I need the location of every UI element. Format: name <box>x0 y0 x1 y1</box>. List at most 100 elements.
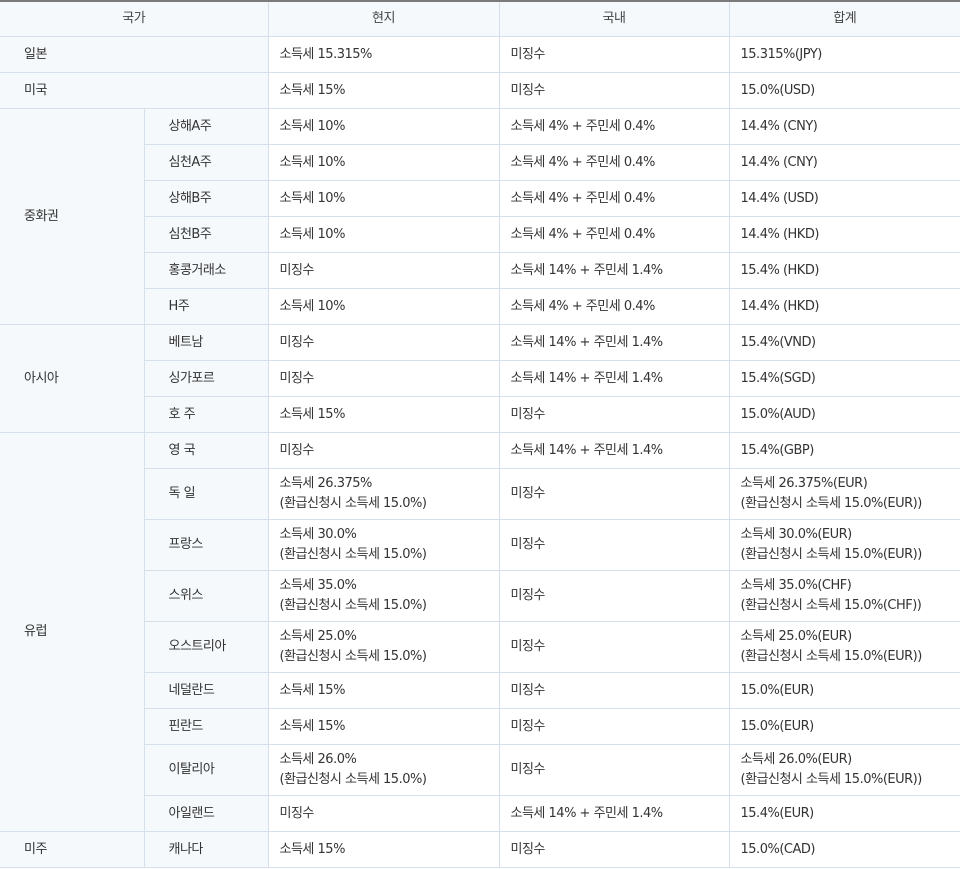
local-tax-cell: 소득세 10% <box>267 108 500 145</box>
total-tax-cell: 15.4%(EUR) <box>728 795 960 832</box>
header-row: 국가 현지 국내 합계 <box>0 0 960 37</box>
cell-line: 미징수 <box>279 262 315 278</box>
market-cell: 핀란드 <box>144 708 269 745</box>
local-tax-cell: 미징수 <box>267 252 500 289</box>
table-row: 미국 소득세 15% 미징수 15.0%(USD) <box>0 72 960 109</box>
cell-line: 소득세 30.0%(EUR) <box>740 527 853 542</box>
cell-line: 소득세 15.315% <box>279 46 373 62</box>
cell-line: 14.4% (CNY) <box>740 118 818 134</box>
cell-line: 15.0%(AUD) <box>740 406 816 422</box>
local-tax-cell: 소득세 15% <box>267 72 500 109</box>
domestic-tax-cell: 미징수 <box>498 744 730 796</box>
cell-line: (환급신청시 소득세 15.0%(EUR)) <box>740 547 923 562</box>
local-tax-cell: 소득세 15% <box>267 708 500 745</box>
table-row: H주 소득세 10% 소득세 4% + 주민세 0.4% 14.4% (HKD) <box>0 288 960 325</box>
cell-line: 소득세 10% <box>279 190 346 206</box>
domestic-tax-cell: 미징수 <box>498 570 730 622</box>
region-cell: 아시아 <box>0 324 145 433</box>
table-row: 유럽 영 국 미징수 소득세 14% + 주민세 1.4% 15.4%(GBP) <box>0 432 960 832</box>
cell-line: 소득세 15% <box>279 82 346 98</box>
market-cell: 독 일 <box>144 468 269 520</box>
cell-line: 15.4%(VND) <box>740 334 817 350</box>
cell-line: 소득세 26.375%(EUR) <box>740 476 868 491</box>
table-row: 싱가포르 미징수 소득세 14% + 주민세 1.4% 15.4%(SGD) <box>0 360 960 397</box>
region-cell: 미주 <box>0 831 145 868</box>
table-row: 심천A주 소득세 10% 소득세 4% + 주민세 0.4% 14.4% (CNY) <box>0 144 960 181</box>
table-row: 독 일 소득세 26.375% (환급신청시 소득세 15.0%) 미징수 소득세 26… <box>0 468 960 520</box>
table-row: 오스트리아 소득세 25.0% (환급신청시 소득세 15.0%) 미징수 소득세 25… <box>0 621 960 673</box>
domestic-tax-cell: 소득세 14% + 주민세 1.4% <box>498 252 730 289</box>
cell-line: (환급신청시 소득세 15.0%(EUR)) <box>740 649 923 664</box>
region-cell: 일본 <box>0 36 269 73</box>
cell-line: 소득세 10% <box>279 118 346 134</box>
local-tax-cell: 소득세 10% <box>267 216 500 253</box>
cell-line: 소득세 15% <box>279 841 346 857</box>
market-cell: 심천B주 <box>144 216 269 253</box>
local-tax-cell: 소득세 26.0% (환급신청시 소득세 15.0%) <box>267 744 500 796</box>
domestic-tax-cell: 미징수 <box>498 36 730 73</box>
domestic-tax-cell: 소득세 14% + 주민세 1.4% <box>498 432 730 469</box>
local-tax-cell: 소득세 35.0% (환급신청시 소득세 15.0%) <box>267 570 500 622</box>
cell-line: 소득세 15% <box>279 718 346 734</box>
total-tax-cell: 소득세 25.0%(EUR) (환급신청시 소득세 15.0%(EUR)) <box>728 621 960 673</box>
total-tax-cell: 14.4% (CNY) <box>728 144 960 181</box>
local-tax-cell: 미징수 <box>267 432 500 469</box>
cell-line: (환급신청시 소득세 15.0%) <box>279 649 427 664</box>
market-cell: 싱가포르 <box>144 360 269 397</box>
cell-line: 15.4%(GBP) <box>740 442 815 458</box>
header-domestic: 국내 <box>498 0 730 37</box>
cell-line: 소득세 35.0%(CHF) <box>740 578 852 593</box>
cell-line: 소득세 25.0%(EUR) <box>740 629 853 644</box>
cell-line: 미징수 <box>279 334 315 350</box>
market-cell: 캐나다 <box>143 831 269 868</box>
table-body: 일본 소득세 15.315% 미징수 15.315%(JPY) 미국 소득세 15% 미징수… <box>0 36 960 868</box>
domestic-tax-cell: 미징수 <box>498 519 730 571</box>
local-tax-cell: 소득세 30.0% (환급신청시 소득세 15.0%) <box>267 519 500 571</box>
domestic-tax-cell: 미징수 <box>498 621 730 673</box>
cell-line: 소득세 15% <box>279 682 346 698</box>
cell-line: 소득세 15% <box>279 406 346 422</box>
domestic-tax-cell: 소득세 4% + 주민세 0.4% <box>498 144 730 181</box>
domestic-tax-cell: 소득세 14% + 주민세 1.4% <box>498 324 730 361</box>
table-row: 중화권 상해A주 소득세 10% 소득세 4% + 주민세 0.4% 14.4% (CN… <box>0 108 960 325</box>
market-cell: 프랑스 <box>144 519 269 571</box>
table-row: 미주 캐나다 소득세 15% 미징수 15.0%(CAD) <box>0 831 960 868</box>
local-tax-cell: 미징수 <box>267 795 500 832</box>
cell-line: 소득세 26.0% <box>279 752 357 767</box>
cell-line: 15.0%(USD) <box>740 82 816 98</box>
total-tax-cell: 15.4%(SGD) <box>728 360 960 397</box>
cell-line: (환급신청시 소득세 15.0%) <box>279 547 427 562</box>
market-cell: 상해B주 <box>144 180 269 217</box>
table-row: 이탈리아 소득세 26.0% (환급신청시 소득세 15.0%) 미징수 소득세 26.… <box>0 744 960 796</box>
local-tax-cell: 소득세 10% <box>267 180 500 217</box>
total-tax-cell: 15.0%(EUR) <box>728 672 960 709</box>
domestic-tax-cell: 미징수 <box>498 72 730 109</box>
cell-line: (환급신청시 소득세 15.0%) <box>279 772 427 787</box>
market-cell: 베트남 <box>143 324 269 361</box>
dividend-tax-table: 국가 현지 국내 합계 일본 소득세 15.315% 미징수 15.315%(JPY)… <box>0 0 960 868</box>
table-row: 프랑스 소득세 30.0% (환급신청시 소득세 15.0%) 미징수 소득세 30.0… <box>0 519 960 571</box>
cell-line: 소득세 26.0%(EUR) <box>740 752 853 767</box>
domestic-tax-cell: 소득세 14% + 주민세 1.4% <box>498 360 730 397</box>
total-tax-cell: 15.4%(VND) <box>728 324 960 361</box>
local-tax-cell: 소득세 15% <box>267 831 500 868</box>
cell-line: 14.4% (HKD) <box>740 298 820 314</box>
region-cell: 유럽 <box>0 432 145 832</box>
cell-line: 15.0%(EUR) <box>740 682 815 698</box>
table-row: 일본 소득세 15.315% 미징수 15.315%(JPY) <box>0 36 960 73</box>
local-tax-cell: 소득세 25.0% (환급신청시 소득세 15.0%) <box>267 621 500 673</box>
cell-line: 미징수 <box>279 370 315 386</box>
cell-line: (환급신청시 소득세 15.0%(EUR)) <box>740 496 923 511</box>
cell-line: 15.315%(JPY) <box>740 46 823 62</box>
domestic-tax-cell: 소득세 14% + 주민세 1.4% <box>498 795 730 832</box>
market-cell: 홍콩거래소 <box>144 252 269 289</box>
cell-line: (환급신청시 소득세 15.0%(EUR)) <box>740 772 923 787</box>
total-tax-cell: 15.0%(EUR) <box>728 708 960 745</box>
total-tax-cell: 15.0%(CAD) <box>728 831 960 868</box>
total-tax-cell: 14.4% (HKD) <box>728 216 960 253</box>
table-row: 상해B주 소득세 10% 소득세 4% + 주민세 0.4% 14.4% (USD) <box>0 180 960 217</box>
total-tax-cell: 소득세 35.0%(CHF) (환급신청시 소득세 15.0%(CHF)) <box>728 570 960 622</box>
table-row: 호 주 소득세 15% 미징수 15.0%(AUD) <box>0 396 960 433</box>
local-tax-cell: 미징수 <box>267 324 500 361</box>
cell-line: 15.4%(EUR) <box>740 805 815 821</box>
